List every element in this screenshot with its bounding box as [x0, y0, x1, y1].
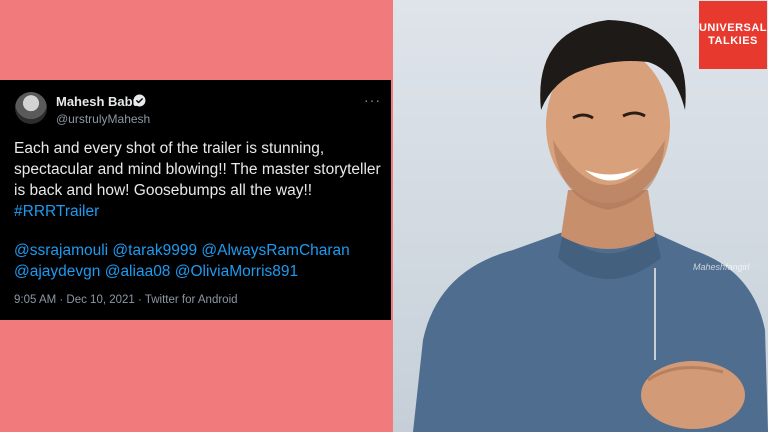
avatar[interactable]: [15, 92, 47, 124]
author-handle[interactable]: @urstrulyMahesh: [56, 112, 150, 126]
hashtag-link[interactable]: #RRRTrailer: [14, 203, 99, 220]
tweet-body: Each and every shot of the trailer is st…: [14, 140, 381, 199]
tweet-timestamp[interactable]: 9:05 AM · Dec 10, 2021 · Twitter for And…: [14, 294, 238, 306]
verified-badge-icon: [133, 94, 146, 107]
mentions-line-2[interactable]: @ajaydevgn @aliaa08 @OliviaMorris891: [14, 261, 384, 282]
universal-talkies-logo[interactable]: UNIVERSAL TALKIES: [699, 1, 767, 69]
brand-line-1: UNIVERSAL: [698, 22, 768, 34]
mentions: @ssrajamouli @tarak9999 @AlwaysRamCharan…: [14, 240, 384, 282]
brand-line-2: TALKIES: [708, 35, 758, 47]
tweet-card: Mahesh Babu @urstrulyMahesh ··· Each and…: [0, 80, 391, 320]
author-name[interactable]: Mahesh Babu: [56, 94, 141, 109]
more-icon[interactable]: ···: [364, 92, 381, 108]
tweet-text: Each and every shot of the trailer is st…: [14, 138, 384, 222]
photo-watermark: Maheshfangirl: [693, 262, 750, 272]
mentions-line-1[interactable]: @ssrajamouli @tarak9999 @AlwaysRamCharan: [14, 240, 384, 261]
